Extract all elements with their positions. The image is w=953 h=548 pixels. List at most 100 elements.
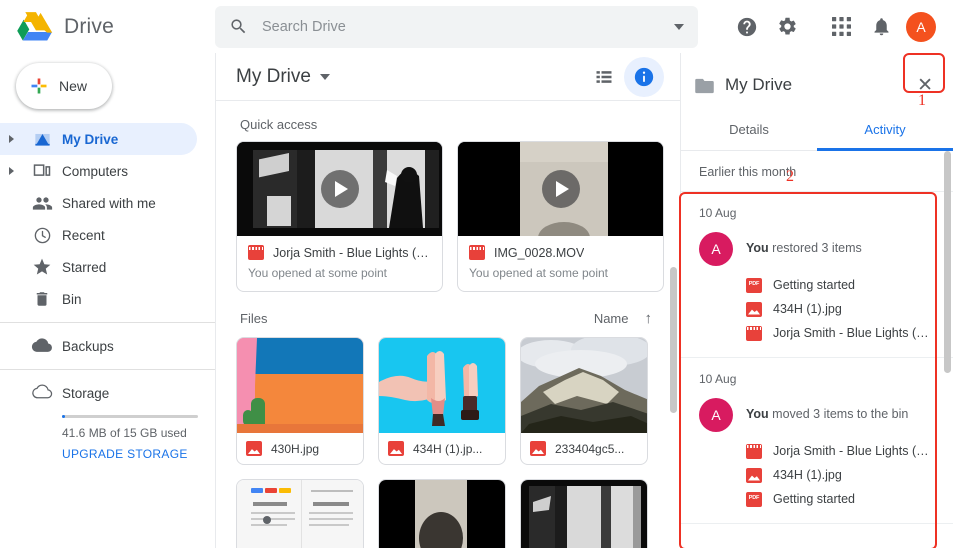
activity-file[interactable]: Jorja Smith - Blue Lights (O... (746, 321, 935, 345)
list-view-icon[interactable] (584, 57, 624, 97)
file-name: Jorja Smith - Blue Lights (Offici... (273, 246, 431, 260)
thumbnail-image (237, 338, 363, 433)
top-bar: Drive (0, 0, 953, 53)
avatar[interactable]: A (901, 7, 941, 47)
sidebar-item-label: Recent (62, 228, 105, 243)
sidebar-item-label: Starred (62, 260, 106, 275)
activity-actor: You (746, 241, 769, 255)
video-thumbnail[interactable] (458, 142, 663, 236)
video-thumbnail[interactable] (237, 142, 442, 236)
clock-icon (22, 226, 62, 245)
plus-icon (29, 76, 49, 96)
activity-actor: You (746, 407, 769, 421)
upgrade-storage-link[interactable]: UPGRADE STORAGE (62, 447, 199, 461)
main-header: My Drive (216, 53, 680, 101)
activity-file[interactable]: Jorja Smith - Blue Lights (O... (746, 439, 935, 463)
pdf-file-icon: PDF (746, 278, 762, 293)
details-panel: My Drive ✕ Details Activity Earlier this… (680, 53, 953, 548)
top-actions: A (727, 7, 953, 47)
files-row: 430H.jpg (236, 337, 664, 465)
sidebar-item-bin[interactable]: Bin (0, 283, 197, 315)
arrow-up-icon[interactable]: ↑ (645, 310, 653, 327)
file-card[interactable]: 233404gc5... (520, 337, 648, 465)
activity-files: PDF Getting started 434H (1).jpg Jorja S… (699, 273, 935, 345)
activity-scrollbar[interactable] (944, 151, 951, 373)
storage-progress-bar (62, 415, 198, 418)
sidebar-item-backups[interactable]: Backups (0, 330, 197, 362)
file-thumbnail (237, 338, 363, 433)
thumbnail-image (237, 480, 363, 548)
card-meta: Jorja Smith - Blue Lights (Offici... You… (237, 236, 442, 291)
file-name: 434H (1).jpg (773, 302, 842, 316)
sidebar-item-shared-with-me[interactable]: Shared with me (0, 187, 197, 219)
new-button-label: New (59, 78, 87, 94)
file-card[interactable] (378, 479, 506, 548)
notifications-bell-icon[interactable] (861, 7, 901, 47)
main-scroll-area[interactable]: Quick access (216, 101, 680, 548)
file-card[interactable] (236, 479, 364, 548)
info-button[interactable] (624, 57, 664, 97)
quick-access-card[interactable]: Jorja Smith - Blue Lights (Offici... You… (236, 141, 443, 292)
sidebar-item-label: Shared with me (62, 196, 156, 211)
activity-date: 10 Aug (699, 372, 935, 386)
main-content: My Drive (215, 53, 680, 548)
sidebar-divider (0, 322, 215, 323)
search-input[interactable] (262, 19, 660, 35)
sidebar-item-my-drive[interactable]: My Drive (0, 123, 197, 155)
file-subtitle: You opened at some point (248, 266, 431, 280)
new-button[interactable]: New (16, 63, 112, 109)
sidebar-item-storage[interactable]: Storage (0, 377, 197, 409)
sidebar-item-label: My Drive (62, 132, 118, 147)
quick-access-row: Jorja Smith - Blue Lights (Offici... You… (236, 141, 664, 292)
image-file-icon (388, 441, 404, 456)
file-name: Jorja Smith - Blue Lights (O... (773, 326, 935, 340)
help-icon[interactable] (727, 7, 767, 47)
folder-icon (695, 78, 714, 93)
settings-gear-icon[interactable] (767, 7, 807, 47)
main-scrollbar[interactable] (670, 267, 677, 413)
sidebar-item-recent[interactable]: Recent (0, 219, 197, 251)
cloud-outline-icon (22, 382, 62, 404)
file-meta: 434H (1).jp... (379, 433, 505, 464)
file-card[interactable]: 430H.jpg (236, 337, 364, 465)
thumbnail-image (521, 480, 647, 548)
activity-group: 10 Aug A You restored 3 items PDF Gettin… (681, 192, 953, 358)
activity-description: You moved 3 items to the bin (746, 398, 908, 421)
sort-label[interactable]: Name (594, 311, 629, 326)
activity-list[interactable]: Earlier this month 10 Aug A You restored… (681, 151, 953, 548)
search-options-chevron-down-icon[interactable] (674, 24, 684, 30)
file-name: 434H (1).jp... (413, 442, 482, 456)
breadcrumb-chevron-down-icon[interactable] (320, 74, 330, 80)
breadcrumb[interactable]: My Drive (236, 66, 311, 88)
sidebar-item-starred[interactable]: Starred (0, 251, 197, 283)
play-icon[interactable] (542, 170, 580, 208)
activity-file[interactable]: PDF Getting started (746, 273, 935, 297)
search-bar[interactable] (215, 6, 698, 48)
activity-file[interactable]: 434H (1).jpg (746, 463, 935, 487)
activity-file[interactable]: PDF Getting started (746, 487, 935, 511)
video-file-icon (746, 444, 762, 459)
search-area (215, 6, 727, 48)
file-thumbnail (237, 480, 363, 548)
quick-access-card[interactable]: IMG_0028.MOV You opened at some point (457, 141, 664, 292)
play-icon[interactable] (321, 170, 359, 208)
activity-file[interactable]: 434H (1).jpg (746, 297, 935, 321)
sidebar-item-computers[interactable]: Computers (0, 155, 197, 187)
tab-details[interactable]: Details (681, 109, 817, 150)
trash-icon (22, 290, 62, 308)
sidebar-item-label: Computers (62, 164, 128, 179)
expand-arrow-icon[interactable] (0, 135, 22, 143)
sidebar-divider-2 (0, 369, 215, 370)
file-name: 434H (1).jpg (773, 468, 842, 482)
tab-activity[interactable]: Activity (817, 109, 953, 150)
file-card[interactable] (520, 479, 648, 548)
apps-grid-icon[interactable] (821, 7, 861, 47)
expand-arrow-icon[interactable] (0, 167, 22, 175)
file-card[interactable]: 434H (1).jp... (378, 337, 506, 465)
file-thumbnail (379, 480, 505, 548)
files-header: Files Name ↑ (240, 310, 664, 327)
activity-avatar: A (699, 398, 733, 432)
thumbnail-image (521, 338, 647, 433)
star-icon (22, 257, 62, 277)
close-icon[interactable]: ✕ (911, 72, 939, 99)
